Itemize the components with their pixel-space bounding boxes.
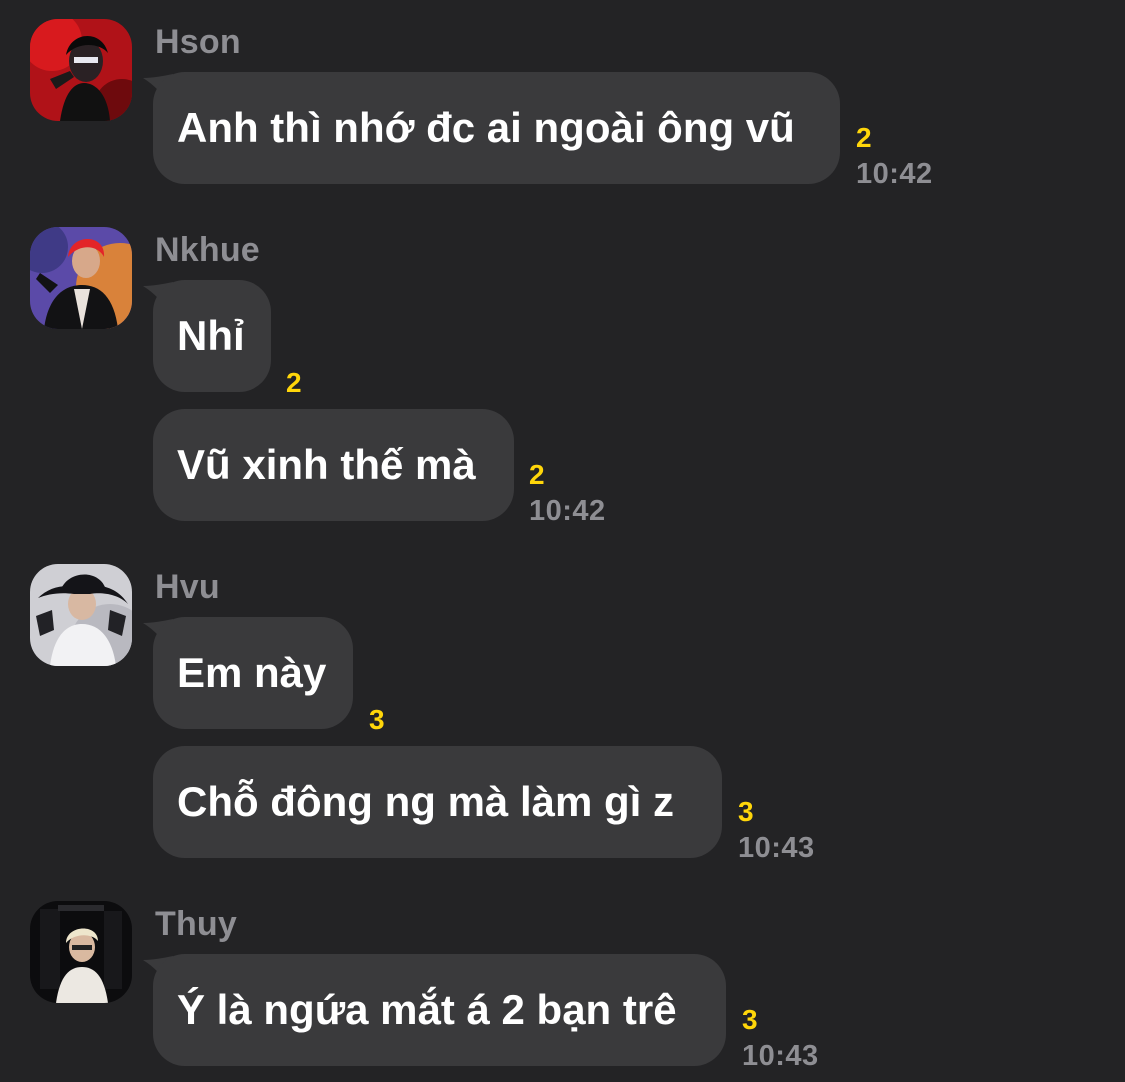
message-bubble[interactable]: Ý là ngứa mắt á 2 bạn trê (153, 954, 726, 1066)
avatar-photo-icon (30, 564, 132, 666)
chat-screen: Hson Anh thì nhớ đc ai ngoài ông vũ 2 10… (0, 0, 1125, 1082)
avatar-photo-icon (30, 901, 132, 1003)
avatar-photo-icon (30, 19, 132, 121)
message-time: 10:42 (529, 495, 606, 527)
message-bubble[interactable]: Em này (153, 617, 353, 729)
avatar-hson[interactable] (30, 19, 132, 121)
message-text: Em này (177, 649, 327, 696)
sender-name: Nkhue (155, 231, 260, 269)
message-text: Chỗ đông ng mà làm gì z (177, 778, 674, 825)
message-bubble[interactable]: Nhỉ (153, 280, 271, 392)
read-count: 3 (742, 1004, 758, 1035)
message-text: Nhỉ (177, 312, 245, 359)
avatar-photo-icon (30, 227, 132, 329)
sender-name: Thuy (155, 905, 238, 943)
avatar-thuy[interactable] (30, 901, 132, 1003)
avatar-hvu[interactable] (30, 564, 132, 666)
read-count: 2 (856, 122, 872, 153)
sender-name: Hson (155, 23, 241, 61)
message-time: 10:42 (856, 158, 933, 190)
read-count: 2 (529, 459, 545, 490)
message-time: 10:43 (738, 832, 815, 864)
message-text: Ý là ngứa mắt á 2 bạn trê (177, 986, 677, 1033)
message-bubble[interactable]: Chỗ đông ng mà làm gì z (153, 746, 722, 858)
read-count: 2 (286, 367, 302, 398)
message-bubble[interactable]: Anh thì nhớ đc ai ngoài ông vũ (153, 72, 840, 184)
message-time: 10:43 (742, 1040, 819, 1072)
read-count: 3 (738, 796, 754, 827)
message-text: Vũ xinh thế mà (177, 441, 476, 488)
message-bubble[interactable]: Vũ xinh thế mà (153, 409, 514, 521)
read-count: 3 (369, 704, 385, 735)
message-text: Anh thì nhớ đc ai ngoài ông vũ (177, 104, 795, 151)
avatar-nkhue[interactable] (30, 227, 132, 329)
sender-name: Hvu (155, 568, 220, 606)
